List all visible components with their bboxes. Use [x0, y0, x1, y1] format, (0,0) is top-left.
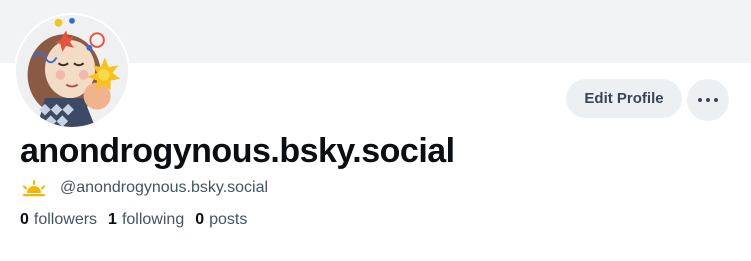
profile-stats: 0 followers 1 following 0 posts	[20, 211, 258, 229]
more-dot	[706, 98, 710, 102]
profile-avatar[interactable]	[14, 13, 130, 129]
profile-handle: @anondrogynous.bsky.social	[60, 179, 269, 196]
followers-stat[interactable]: 0 followers	[20, 211, 97, 229]
more-dot	[714, 98, 718, 102]
more-horizontal-icon	[698, 98, 702, 102]
posts-label: posts	[209, 211, 248, 228]
more-options-button[interactable]	[687, 79, 729, 121]
avatar-illustration	[16, 15, 128, 127]
following-label: following	[121, 211, 185, 228]
edit-profile-button[interactable]: Edit Profile	[566, 79, 682, 118]
posts-count: 0	[195, 211, 205, 228]
posts-stat: 0 posts	[195, 211, 247, 229]
handle-row: @anondrogynous.bsky.social	[20, 177, 268, 199]
display-name: anondrogynous.bsky.social	[20, 132, 455, 170]
sun-emoji-icon	[20, 177, 48, 199]
followers-count: 0	[20, 211, 29, 228]
followers-label: followers	[33, 211, 98, 228]
following-stat[interactable]: 1 following	[108, 211, 184, 229]
following-count: 1	[108, 211, 117, 228]
